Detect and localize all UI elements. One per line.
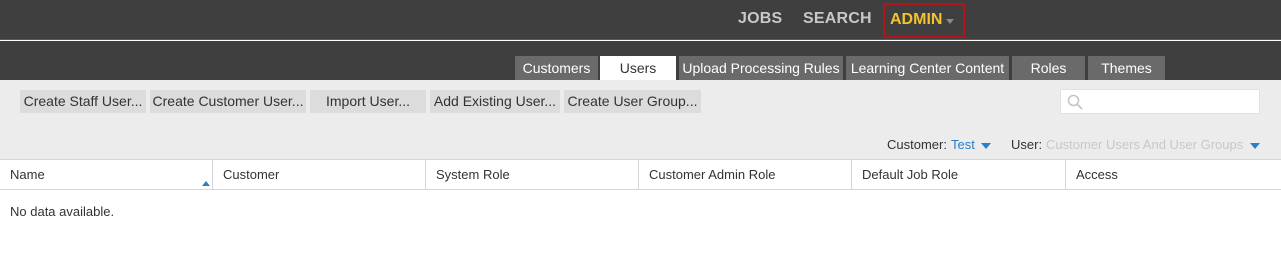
search-icon — [1067, 94, 1083, 110]
nav-jobs[interactable]: JOBS — [738, 10, 782, 28]
users-toolbar: Create Staff User... Create Customer Use… — [0, 80, 1281, 159]
search-box — [1060, 89, 1260, 114]
users-table-header: Name Customer System Role Customer Admin… — [0, 159, 1281, 190]
tab-learning-center-content[interactable]: Learning Center Content — [846, 56, 1009, 80]
top-nav: JOBS SEARCH ADMIN — [0, 0, 1281, 40]
add-existing-user-button[interactable]: Add Existing User... — [430, 90, 560, 113]
tab-users[interactable]: Users — [600, 56, 676, 80]
column-header-default-job-role[interactable]: Default Job Role — [852, 160, 1066, 189]
nav-search[interactable]: SEARCH — [803, 10, 872, 28]
user-filter-label: User: — [1011, 137, 1043, 152]
chevron-down-icon[interactable] — [1250, 143, 1260, 149]
admin-tabs: Customers Users Upload Processing Rules … — [0, 41, 1281, 80]
user-filter-dropdown[interactable]: Customer Users And User Groups — [1046, 137, 1243, 152]
column-header-system-role[interactable]: System Role — [426, 160, 639, 189]
column-header-customer[interactable]: Customer — [213, 160, 426, 189]
column-header-access[interactable]: Access — [1066, 160, 1281, 189]
chevron-down-icon — [946, 19, 954, 24]
empty-table-message: No data available. — [10, 204, 115, 219]
tab-upload-processing-rules[interactable]: Upload Processing Rules — [679, 56, 843, 80]
import-user-button[interactable]: Import User... — [310, 90, 426, 113]
create-user-group-button[interactable]: Create User Group... — [564, 90, 701, 113]
column-header-name[interactable]: Name — [0, 160, 213, 189]
customer-filter-dropdown[interactable]: Test — [951, 137, 975, 152]
customer-filter-label: Customer: — [887, 137, 947, 152]
create-staff-user-button[interactable]: Create Staff User... — [20, 90, 146, 113]
column-header-customer-admin-role[interactable]: Customer Admin Role — [639, 160, 852, 189]
tab-themes[interactable]: Themes — [1088, 56, 1165, 80]
create-customer-user-button[interactable]: Create Customer User... — [150, 90, 306, 113]
tab-roles[interactable]: Roles — [1012, 56, 1085, 80]
tab-customers[interactable]: Customers — [515, 56, 598, 80]
sort-ascending-icon — [202, 181, 210, 186]
nav-admin-label: ADMIN — [890, 11, 943, 28]
search-input[interactable] — [1087, 92, 1255, 111]
chevron-down-icon[interactable] — [981, 143, 991, 149]
nav-admin[interactable]: ADMIN — [883, 3, 965, 38]
